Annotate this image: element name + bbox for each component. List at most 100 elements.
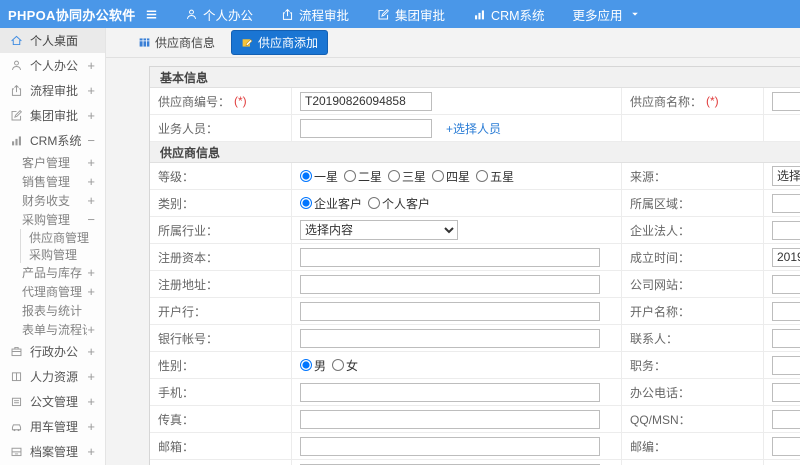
email-input[interactable] [300,436,600,456]
choose-person-link[interactable]: +选择人员 [446,120,501,137]
source-select[interactable]: 选择内容 [772,166,800,186]
contact-person-input[interactable] [772,328,800,348]
sidebar-item-reports-stats[interactable]: 报表与统计 [0,301,105,320]
field-mobile [292,379,622,406]
tab-supplier-add[interactable]: 供应商添加 [231,30,329,55]
sidebar-item-admin-office[interactable]: 行政办公 + [0,339,105,364]
nav-item-workflow-approval[interactable]: 流程审批 [281,5,349,24]
tab-supplier-info[interactable]: 供应商信息 [134,31,219,54]
nav-item-personal-office[interactable]: 个人办公 [185,5,253,24]
sidebar-item-workflow-approval[interactable]: 流程审批 + [0,78,105,103]
grade-option[interactable]: 四星 [432,168,470,185]
expand-toggle[interactable]: + [87,370,95,383]
grade-option[interactable]: 二星 [344,168,382,185]
mobile-input[interactable] [300,382,600,402]
sidebar-item-personal-desktop[interactable]: 个人桌面 [0,28,105,53]
registered-address-input[interactable] [300,274,600,294]
expand-toggle[interactable]: + [87,194,95,207]
region-input[interactable] [772,193,800,213]
sidebar-item-label: 档案管理 [30,445,79,459]
radio-input[interactable] [300,359,312,371]
sidebar-item-purchase-mgmt[interactable]: 采购管理 − [0,210,105,229]
radio-input[interactable] [300,197,312,209]
sidebar-item-group-approval[interactable]: 集团审批 + [0,103,105,128]
bank-account-input[interactable] [300,328,600,348]
supplier-code-input[interactable] [300,91,432,111]
field-label-text: 公司网站： [630,277,691,292]
expand-toggle[interactable]: + [87,323,95,336]
sidebar-item-official-doc[interactable]: 公文管理 + [0,389,105,414]
expand-toggle[interactable]: − [87,213,95,226]
industry-select[interactable]: 选择内容 [300,220,458,240]
expand-toggle[interactable]: + [87,175,95,188]
empty-cell [622,460,764,465]
radio-label: 三星 [402,169,427,184]
position-input[interactable] [772,355,800,375]
sidebar-item-vehicle-mgmt[interactable]: 用车管理 + [0,414,105,439]
nav-item-more-apps[interactable]: 更多应用 [573,5,640,24]
sidebar-item-purchasing[interactable]: 采购管理 [20,246,105,263]
category-option[interactable]: 企业客户 [300,195,362,212]
company-website-input[interactable] [772,274,800,294]
expand-toggle[interactable]: + [87,395,95,408]
sidebar-item-form-flow-settings[interactable]: 表单与流程设置+ [0,320,105,339]
expand-toggle[interactable]: + [87,345,95,358]
sidebar-item-label: 销售管理 [22,175,71,189]
sidebar-item-agent-mgmt[interactable]: 代理商管理 + [0,282,105,301]
expand-toggle[interactable]: + [87,445,95,458]
hamburger-icon[interactable] [144,7,159,22]
expand-toggle[interactable]: + [87,420,95,433]
sidebar-item-label: 产品与库存 [22,266,83,280]
sidebar-item-product-inventory[interactable]: 产品与库存 + [0,263,105,282]
expand-toggle[interactable]: + [87,84,95,97]
label-gender: 性别： [150,352,292,379]
legal-person-input[interactable] [772,220,800,240]
qq-msn-input[interactable] [772,409,800,429]
gender-option[interactable]: 女 [332,357,358,374]
grade-option[interactable]: 三星 [388,168,426,185]
expand-toggle[interactable]: + [87,59,95,72]
radio-input[interactable] [344,170,357,182]
sidebar-item-personal-office[interactable]: 个人办公 + [0,53,105,78]
founded-date-input[interactable] [772,247,800,267]
radio-input[interactable] [388,170,401,182]
grade-option[interactable]: 一星 [300,168,338,185]
field-label-text: 类别： [158,196,195,211]
label-bank: 开户行： [150,298,292,325]
radio-input[interactable] [432,170,445,182]
nav-item-crm-system[interactable]: CRM系统 [473,5,545,24]
sidebar-item-finance[interactable]: 财务收支 + [0,191,105,210]
grade-option[interactable]: 五星 [476,168,514,185]
supplier-name-input[interactable] [772,91,800,111]
radio-input[interactable] [300,170,312,182]
fax-input[interactable] [300,409,600,429]
expand-toggle[interactable]: + [87,156,95,169]
table-icon [138,36,151,49]
sidebar-item-sales-mgmt[interactable]: 销售管理 + [0,172,105,191]
expand-toggle[interactable]: + [87,266,95,279]
nav-label: 个人办公 [203,8,254,23]
radio-input[interactable] [476,170,489,182]
postcode-input[interactable] [772,436,800,456]
person-icon [185,8,198,21]
expand-toggle[interactable]: − [87,134,95,147]
sidebar-item-supplier-mgmt[interactable]: 供应商管理 [20,229,105,246]
radio-input[interactable] [332,359,345,371]
gender-option[interactable]: 男 [300,357,326,374]
office-phone-input[interactable] [772,382,800,402]
bank-input[interactable] [300,301,600,321]
radio-input[interactable] [368,197,381,209]
nav-item-group-approval[interactable]: 集团审批 [377,5,445,24]
sidebar-item-archive-mgmt[interactable]: 档案管理 + [0,439,105,464]
expand-toggle[interactable]: + [87,285,95,298]
business-person-input[interactable] [300,118,432,138]
category-option[interactable]: 个人客户 [368,195,430,212]
sidebar-item-customer-mgmt[interactable]: 客户管理 + [0,153,105,172]
account-name-input[interactable] [772,301,800,321]
sidebar-item-human-resources[interactable]: 人力资源 + [0,364,105,389]
registered-capital-input[interactable] [300,247,600,267]
expand-toggle[interactable]: + [87,109,95,122]
field-label-text: QQ/MSN： [630,412,691,427]
sidebar-item-crm-system[interactable]: CRM系统 − [0,128,105,153]
car-icon [10,420,23,433]
